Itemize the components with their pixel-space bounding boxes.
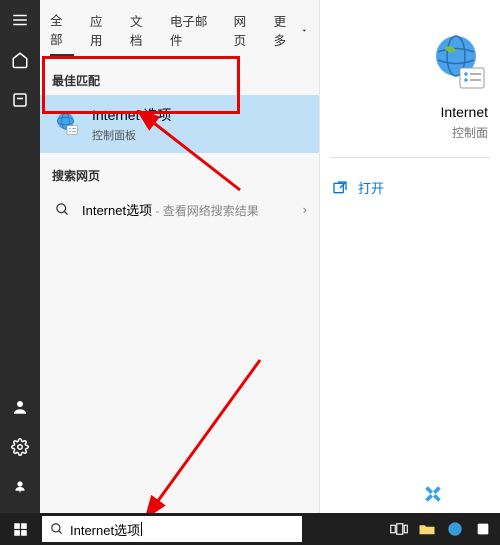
internet-options-icon	[52, 109, 82, 139]
start-button[interactable]	[0, 513, 40, 545]
preview-sub: 控制面	[330, 124, 490, 141]
open-label: 打开	[358, 178, 384, 197]
divider	[330, 157, 490, 158]
taskbar-search-box[interactable]: Internet选项	[42, 516, 302, 542]
recent-icon[interactable]	[0, 80, 40, 120]
hamburger-icon[interactable]	[0, 0, 40, 40]
tab-docs[interactable]: 文档	[130, 11, 154, 55]
preview-panel: Internet 控制面 打开	[320, 0, 500, 513]
folder-icon[interactable]	[416, 518, 438, 540]
home-icon[interactable]	[0, 40, 40, 80]
search-input-text: Internet选项	[70, 520, 140, 539]
start-sidebar	[0, 0, 40, 513]
search-web-label: 搜索网页	[40, 161, 319, 190]
tab-apps[interactable]: 应用	[90, 11, 114, 55]
tab-web[interactable]: 网页	[234, 11, 258, 55]
settings-icon[interactable]	[0, 427, 40, 467]
tab-more[interactable]: 更多	[274, 11, 309, 55]
chevron-right-icon: ›	[303, 202, 307, 217]
app-icon[interactable]	[472, 518, 494, 540]
best-match-item[interactable]: Internet 选项 控制面板	[40, 95, 319, 153]
tab-email[interactable]: 电子邮件	[170, 11, 218, 55]
preview-title: Internet	[330, 104, 490, 120]
preview-internet-icon	[426, 30, 490, 94]
search-web-text: Internet选项 - 查看网络搜索结果	[82, 200, 303, 219]
tab-all[interactable]: 全部	[50, 10, 74, 56]
best-match-title: Internet 选项	[92, 105, 171, 125]
open-icon	[332, 180, 348, 196]
best-match-label: 最佳匹配	[40, 66, 319, 95]
search-icon	[50, 522, 64, 536]
taskview-icon[interactable]	[388, 518, 410, 540]
user-icon[interactable]	[0, 387, 40, 427]
power-icon[interactable]	[0, 467, 40, 507]
search-icon	[52, 202, 72, 217]
taskbar: Internet选项	[0, 513, 500, 545]
filter-tabs: 全部 应用 文档 电子邮件 网页 更多	[40, 6, 319, 66]
search-panel: 全部 应用 文档 电子邮件 网页 更多 最佳匹配 Internet 选项 控制面…	[40, 0, 500, 513]
best-match-sub: 控制面板	[92, 127, 171, 143]
results-panel: 全部 应用 文档 电子邮件 网页 更多 最佳匹配 Internet 选项 控制面…	[40, 0, 320, 513]
open-action[interactable]: 打开	[330, 174, 490, 201]
edge-icon[interactable]	[444, 518, 466, 540]
search-web-item[interactable]: Internet选项 - 查看网络搜索结果 ›	[40, 190, 319, 229]
